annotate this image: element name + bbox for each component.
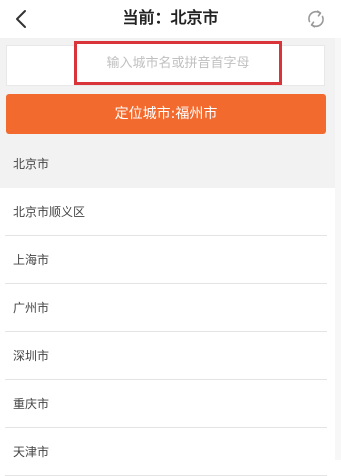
- city-item[interactable]: 广州市: [0, 284, 335, 332]
- refresh-button[interactable]: [303, 6, 329, 32]
- city-item[interactable]: 深圳市: [0, 332, 335, 380]
- scroll-edge: [335, 38, 341, 460]
- search-input[interactable]: [74, 41, 282, 85]
- city-item[interactable]: 天津市: [0, 428, 335, 476]
- city-item[interactable]: 北京市顺义区: [0, 188, 335, 236]
- city-item[interactable]: 上海市: [0, 236, 335, 284]
- page-title: 当前：北京市: [122, 8, 219, 27]
- city-item[interactable]: 重庆市: [0, 380, 335, 428]
- top-bar: 当前：北京市: [0, 0, 341, 38]
- refresh-icon: [308, 10, 324, 28]
- locate-city-button[interactable]: 定位城市:福州市: [6, 94, 326, 134]
- city-list: 北京市 北京市顺义区 上海市 广州市 深圳市 重庆市 天津市: [0, 140, 335, 476]
- city-item[interactable]: 北京市: [0, 140, 335, 188]
